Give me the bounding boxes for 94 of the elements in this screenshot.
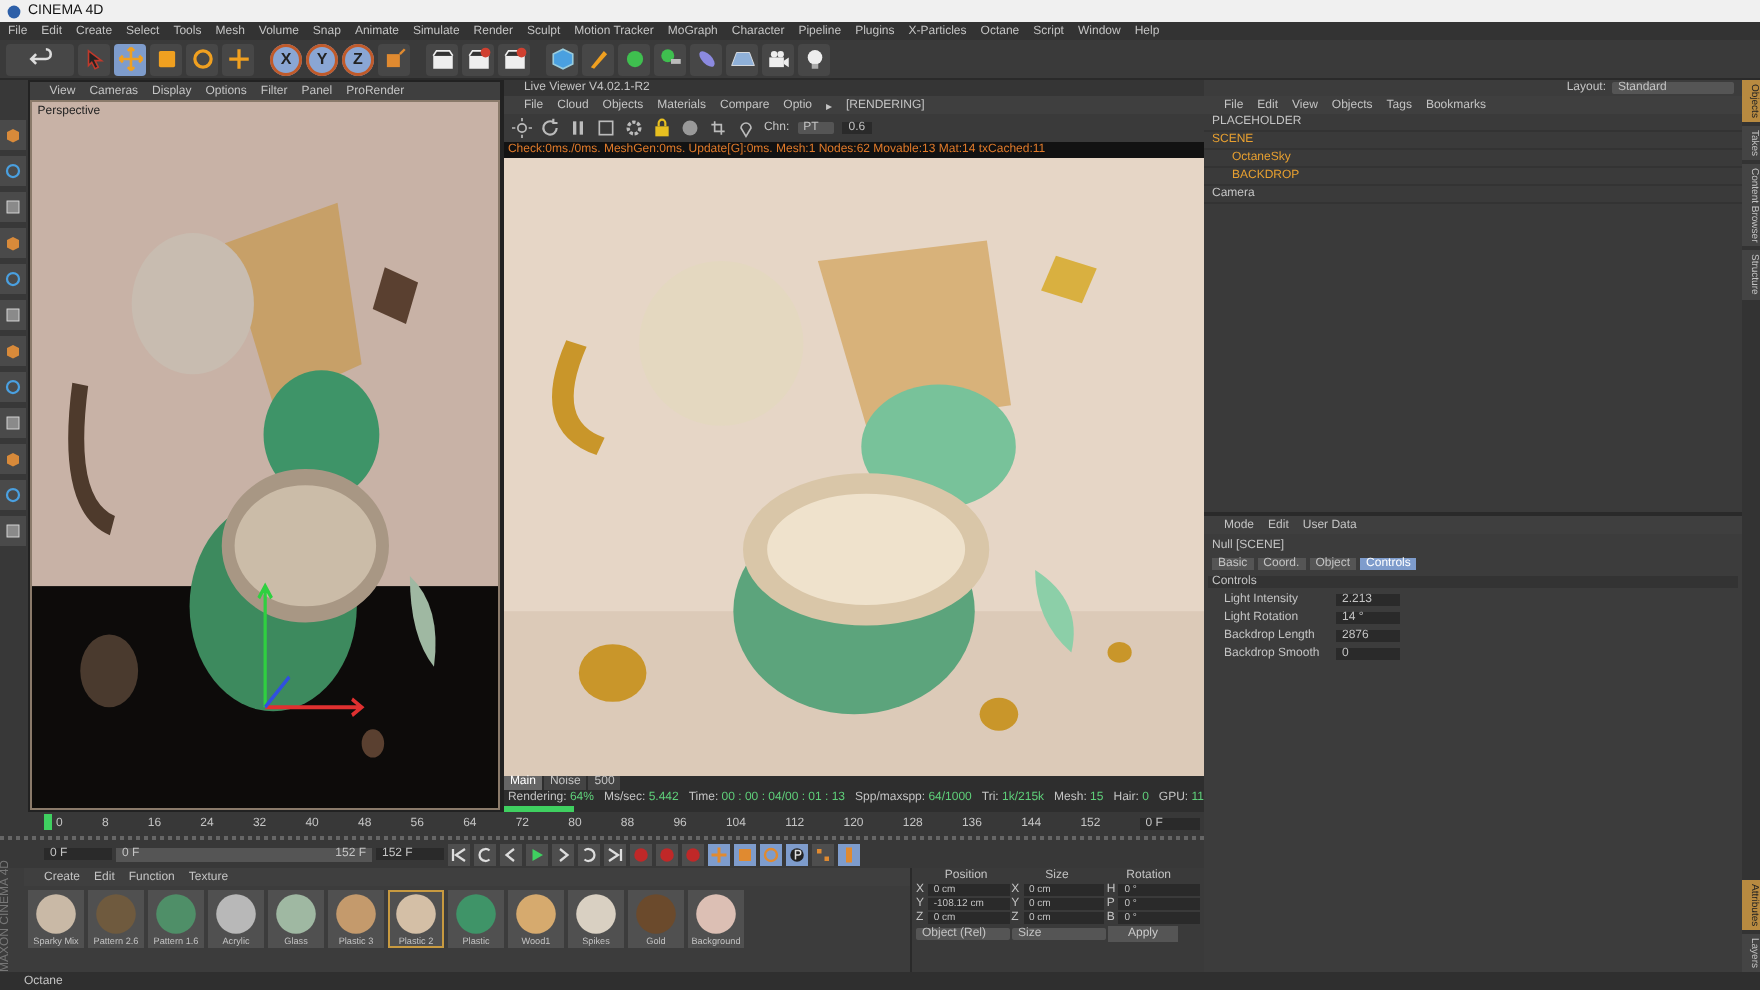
playhead-handle[interactable] <box>44 814 52 830</box>
capsule-button[interactable] <box>690 43 722 75</box>
coordinate-system-button[interactable] <box>378 43 410 75</box>
clapperboard-icon <box>501 46 527 72</box>
hexagon-icon <box>4 342 23 360</box>
axis-lock-button[interactable]: Y <box>306 43 338 75</box>
next-key-button[interactable] <box>578 843 600 865</box>
camera-button[interactable] <box>762 43 794 75</box>
key-scale-button[interactable] <box>734 843 756 865</box>
light-bulb-button[interactable] <box>798 43 830 75</box>
pen-icon <box>585 46 611 72</box>
plus-icon <box>710 845 728 863</box>
skip-end-icon <box>606 845 624 863</box>
scale-tool-button[interactable] <box>150 43 182 75</box>
crop-icon[interactable] <box>707 118 728 138</box>
go-to-end-button[interactable] <box>604 843 626 865</box>
step-back-button[interactable] <box>500 843 522 865</box>
play-icon <box>528 845 546 863</box>
select-tool-button[interactable] <box>78 43 110 75</box>
pin-icon[interactable] <box>735 118 756 138</box>
square-icon <box>4 306 23 324</box>
key-point-button[interactable] <box>812 843 834 865</box>
chevron-right-icon <box>554 845 572 863</box>
axis-lock-button[interactable]: Z <box>342 43 374 75</box>
dots-icon <box>814 845 832 863</box>
render-picture-button[interactable] <box>462 43 494 75</box>
app-logo-icon <box>6 3 22 19</box>
square-icon <box>4 198 23 216</box>
move-tool-button[interactable] <box>114 43 146 75</box>
hexagon-icon <box>4 234 23 252</box>
circle-icon <box>762 845 780 863</box>
rotate-tool-button[interactable] <box>186 43 218 75</box>
cube-icon <box>549 46 575 72</box>
crosshair-tool-button[interactable] <box>222 43 254 75</box>
timeline-layout-button[interactable] <box>838 843 860 865</box>
key-rotation-button[interactable] <box>760 843 782 865</box>
pen-button[interactable] <box>582 43 614 75</box>
palette-tool-button[interactable] <box>0 228 27 258</box>
palette-tool-button[interactable] <box>0 192 27 222</box>
sphere-button[interactable] <box>618 43 650 75</box>
lock-icon[interactable] <box>651 118 672 138</box>
bar-icon <box>840 845 858 863</box>
play-button[interactable] <box>526 843 548 865</box>
settings-icon[interactable] <box>623 118 644 138</box>
sphere-icon[interactable] <box>679 118 700 138</box>
ring-icon <box>4 378 23 396</box>
palette-tool-button[interactable] <box>0 516 27 546</box>
palette-tool-button[interactable] <box>0 156 27 186</box>
ring-icon <box>4 270 23 288</box>
palette-tool-button[interactable] <box>0 480 27 510</box>
floor-icon <box>729 46 755 72</box>
capsule-icon <box>693 46 719 72</box>
axis-lock-button[interactable]: X <box>270 43 302 75</box>
camera-icon <box>765 46 791 72</box>
p-circle-icon <box>788 845 806 863</box>
hexagon-icon <box>4 126 23 144</box>
key-position-button[interactable] <box>708 843 730 865</box>
key-parameter-button[interactable] <box>786 843 808 865</box>
clapperboard-icon <box>465 46 491 72</box>
palette-tool-button[interactable] <box>0 300 27 330</box>
skip-start-icon <box>450 845 468 863</box>
cube-button[interactable] <box>546 43 578 75</box>
sphere-icon <box>621 46 647 72</box>
square-icon <box>4 414 23 432</box>
ring-icon <box>4 162 23 180</box>
square-icon <box>4 522 23 540</box>
go-to-start-button[interactable] <box>448 843 470 865</box>
palette-tool-button[interactable] <box>0 120 27 150</box>
region-icon[interactable] <box>595 118 616 138</box>
box-icon <box>381 46 407 72</box>
palette-tool-button[interactable] <box>0 408 27 438</box>
undo-button[interactable] <box>6 43 74 75</box>
palette-tool-button[interactable] <box>0 372 27 402</box>
hexagon-icon <box>4 450 23 468</box>
render-settings-button[interactable] <box>498 43 530 75</box>
square-icon <box>153 46 179 72</box>
clapperboard-icon <box>429 46 455 72</box>
move-icon <box>117 46 143 72</box>
sun-icon[interactable] <box>511 118 532 138</box>
palette-tool-button[interactable] <box>0 444 27 474</box>
floor-button[interactable] <box>726 43 758 75</box>
palette-tool-button[interactable] <box>0 264 27 294</box>
step-forward-button[interactable] <box>552 843 574 865</box>
chevron-left-icon <box>502 845 520 863</box>
refresh-icon[interactable] <box>539 118 560 138</box>
array-button[interactable] <box>654 43 686 75</box>
plus-icon <box>225 46 251 72</box>
square-icon <box>736 845 754 863</box>
pause-icon[interactable] <box>567 118 588 138</box>
palette-tool-button[interactable] <box>0 336 27 366</box>
circle-icon <box>189 46 215 72</box>
render-view-button[interactable] <box>426 43 458 75</box>
previous-key-button[interactable] <box>474 843 496 865</box>
ring-icon <box>4 486 23 504</box>
